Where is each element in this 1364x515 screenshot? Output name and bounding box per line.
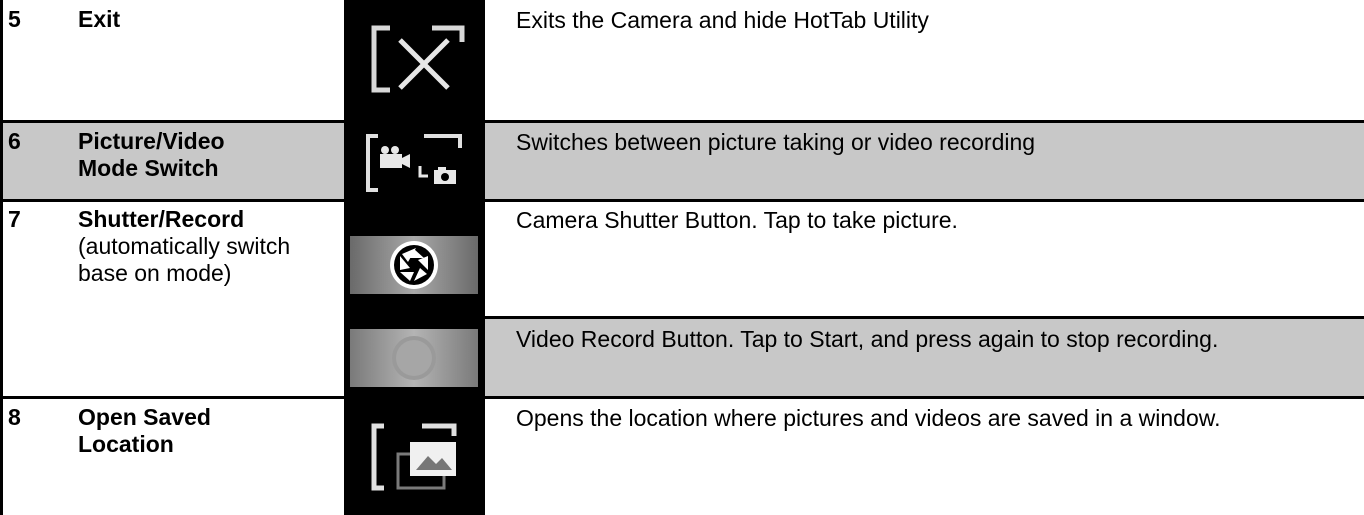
row-name: Picture/Video Mode Switch xyxy=(78,128,225,181)
row-number: 7 xyxy=(8,206,21,232)
open-folder-picture-icon xyxy=(371,423,457,491)
row-description: Switches between picture taking or video… xyxy=(516,129,1036,155)
row-name: Shutter/Record (automatically switch base… xyxy=(78,206,291,286)
aperture-shutter-icon xyxy=(350,236,478,294)
row-divider xyxy=(0,396,1364,399)
row-number: 8 xyxy=(8,404,21,430)
exit-x-icon xyxy=(371,25,465,93)
row-name: Open Saved Location xyxy=(78,404,211,457)
row-name-note: (automatically switch base on mode) xyxy=(78,233,291,286)
row-divider xyxy=(0,199,1364,202)
row-number: 6 xyxy=(8,128,21,154)
row-description: Video Record Button. Tap to Start, and p… xyxy=(516,326,1219,352)
mode-switch-icon xyxy=(366,134,462,192)
row-description: Camera Shutter Button. Tap to take pictu… xyxy=(516,207,958,233)
row-divider xyxy=(0,120,1364,123)
row-description: Opens the location where pictures and vi… xyxy=(516,405,1221,431)
row-name: Exit xyxy=(78,6,121,32)
row-description: Exits the Camera and hide HotTab Utility xyxy=(516,7,929,33)
record-button-icon xyxy=(350,329,478,387)
row-number: 5 xyxy=(8,6,21,32)
table-left-border xyxy=(0,0,3,515)
row-divider xyxy=(344,316,1364,319)
